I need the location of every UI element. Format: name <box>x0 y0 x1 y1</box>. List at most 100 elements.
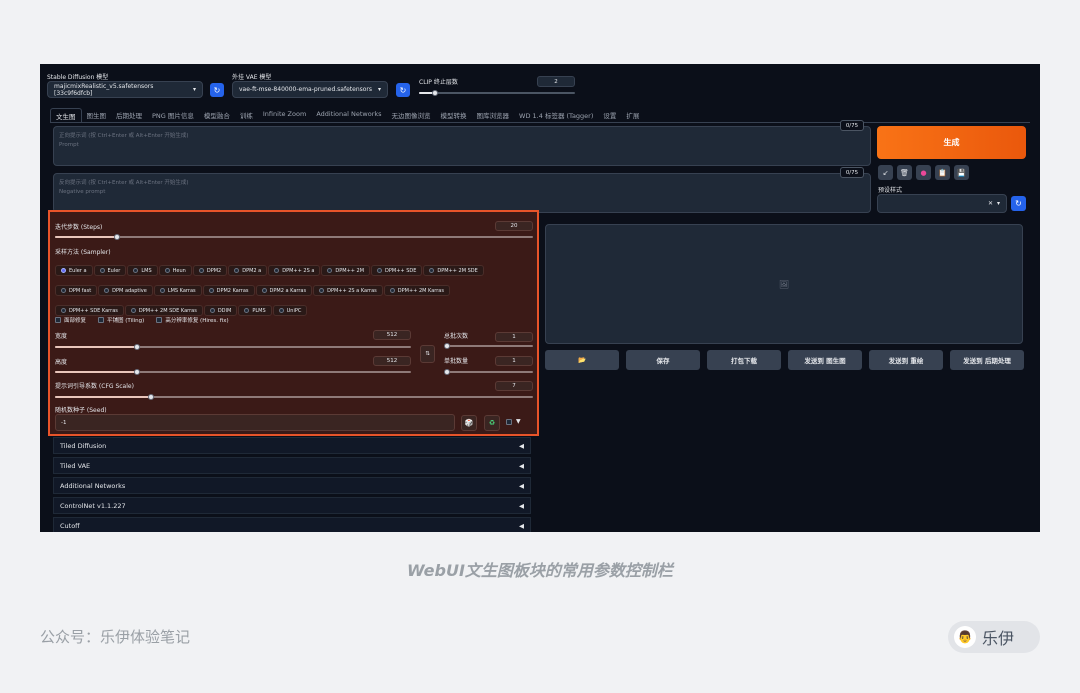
sampler-option-label: Euler <box>107 267 121 274</box>
refresh-icon[interactable]: ↻ <box>1011 196 1026 211</box>
tab-item[interactable]: PNG 图片信息 <box>147 108 199 122</box>
batch-count-knob[interactable] <box>444 343 450 349</box>
sampler-option[interactable]: DPM++ 2M <box>321 265 371 276</box>
sampler-option[interactable]: DPM++ 2S a Karras <box>313 285 383 296</box>
sampler-option[interactable]: DPM adaptive <box>98 285 153 296</box>
sampler-option[interactable]: DDIM <box>203 305 238 316</box>
clip-slider[interactable] <box>419 92 575 94</box>
height-slider-knob[interactable] <box>133 369 140 375</box>
sampler-option[interactable]: LMS <box>127 265 158 276</box>
trash-icon[interactable]: 🗑 <box>897 165 912 180</box>
cfg-slider-knob[interactable] <box>147 394 154 400</box>
sd-model-select[interactable]: majicmixRealistic_v5.safetensors [33c9f6… <box>47 81 203 98</box>
tab-item[interactable]: 模型融合 <box>199 108 235 122</box>
send-to-inpaint-button[interactable]: 发送到 重绘 <box>869 350 943 370</box>
tab-item[interactable]: 无边图像浏览 <box>387 108 436 122</box>
sampler-option[interactable]: DPM fast <box>55 285 98 296</box>
send-to-extras-button[interactable]: 发送到 后期处理 <box>950 350 1024 370</box>
swap-dimensions-icon[interactable]: ⇅ <box>420 345 435 363</box>
tab-item[interactable]: WD 1.4 标签器 (Tagger) <box>514 108 598 122</box>
accordion-item[interactable]: Tiled VAE ◀ <box>53 457 531 474</box>
sampler-option[interactable]: UniPC <box>272 305 308 316</box>
tab-item[interactable]: 设置 <box>598 108 621 122</box>
style-select[interactable]: ✕ ▾ <box>877 194 1007 213</box>
sampler-option-label: DPM2 <box>206 267 222 274</box>
sampler-option[interactable]: DPM++ 2M SDE Karras <box>124 305 203 316</box>
radio-icon <box>133 268 139 273</box>
sampler-option[interactable]: Euler a <box>55 265 93 276</box>
sampler-option[interactable]: DPM2 <box>192 265 228 276</box>
extra-networks-icon[interactable]: ● <box>916 165 931 180</box>
steps-value[interactable]: 20 <box>495 221 533 231</box>
accordion-item[interactable]: Additional Networks ◀ <box>53 477 531 494</box>
sampler-option[interactable]: Euler <box>93 265 127 276</box>
clear-icon[interactable]: ✕ <box>988 200 993 207</box>
tab-item[interactable]: 扩展 <box>621 108 644 122</box>
collapse-arrow-icon: ◀ <box>519 461 524 470</box>
accordion-label: Cutoff <box>60 521 80 530</box>
extra-seed-toggle[interactable]: ▼ <box>506 418 521 425</box>
sampler-option[interactable]: DPM++ 2M SDE <box>423 265 484 276</box>
tab-item[interactable]: 训练 <box>235 108 258 122</box>
batch-size-knob[interactable] <box>444 369 450 375</box>
tab-item[interactable]: 后期处理 <box>111 108 147 122</box>
width-value[interactable]: 512 <box>373 330 411 340</box>
accordion-item[interactable]: Tiled Diffusion ◀ <box>53 437 531 454</box>
width-slider-knob[interactable] <box>133 344 140 350</box>
save-button[interactable]: 保存 <box>626 350 700 370</box>
batch-size-slider[interactable] <box>446 371 533 373</box>
sampler-option[interactable]: LMS Karras <box>153 285 202 296</box>
steps-slider-knob[interactable] <box>114 234 121 240</box>
cfg-value[interactable]: 7 <box>495 381 533 391</box>
sampler-option[interactable]: DPM2 a Karras <box>255 285 313 296</box>
accordion-item[interactable]: ControlNet v1.1.227 ◀ <box>53 497 531 514</box>
tab-item[interactable]: 图库浏览器 <box>472 108 515 122</box>
clipboard-icon[interactable]: 📋 <box>935 165 950 180</box>
vae-select[interactable]: vae-ft-mse-840000-ema-pruned.safetensors… <box>232 81 388 98</box>
sampler-option[interactable]: DPM2 a <box>228 265 268 276</box>
hires-fix-checkbox[interactable]: 高分辨率修复 (Hires. fix) <box>156 316 229 324</box>
accordion-label: Tiled VAE <box>60 461 91 470</box>
steps-slider[interactable] <box>55 236 533 238</box>
sampler-option[interactable]: DPM2 Karras <box>202 285 255 296</box>
radio-icon <box>198 268 204 273</box>
clip-slider-knob[interactable] <box>431 90 438 96</box>
accordion-item[interactable]: Cutoff ◀ <box>53 517 531 532</box>
batch-count-value[interactable]: 1 <box>495 332 533 342</box>
sampler-option[interactable]: PLMS <box>238 305 272 316</box>
sampler-option[interactable]: DPM++ SDE Karras <box>55 305 124 316</box>
negative-prompt-input[interactable]: 反向提示词 (按 Ctrl+Enter 或 Alt+Enter 开始生成) Ne… <box>53 173 871 213</box>
sampler-option-label: DPM++ SDE <box>385 267 417 274</box>
batch-size-value[interactable]: 1 <box>495 356 533 366</box>
tab-item[interactable]: 图生图 <box>82 108 112 122</box>
dice-icon[interactable]: 🎲 <box>461 415 477 431</box>
save-style-icon[interactable]: 💾 <box>954 165 969 180</box>
recycle-icon[interactable]: ♻ <box>484 415 500 431</box>
send-to-img2img-button[interactable]: 发送到 图生图 <box>788 350 862 370</box>
tab-item[interactable]: 文生图 <box>50 108 82 122</box>
collapse-arrow-icon: ◀ <box>519 521 524 530</box>
sampler-option[interactable]: DPM++ 2S a <box>268 265 321 276</box>
height-value[interactable]: 512 <box>373 356 411 366</box>
tab-item[interactable]: Infinite Zoom <box>258 108 311 122</box>
sampler-option[interactable]: DPM++ SDE <box>371 265 423 276</box>
open-folder-button[interactable]: 📂 <box>545 350 619 370</box>
clip-value[interactable]: 2 <box>537 76 575 87</box>
radio-icon <box>61 268 66 273</box>
prompt-input[interactable]: 正向提示词 (按 Ctrl+Enter 或 Alt+Enter 开始生成) Pr… <box>53 126 871 166</box>
tiling-checkbox[interactable]: 平铺图 (Tiling) <box>98 316 144 324</box>
zip-download-button[interactable]: 打包下载 <box>707 350 781 370</box>
generate-button[interactable]: 生成 <box>877 126 1026 159</box>
sampler-option[interactable]: DPM++ 2M Karras <box>383 285 450 296</box>
seed-input[interactable]: -1 <box>55 414 455 431</box>
refresh-icon[interactable]: ↻ <box>396 83 410 97</box>
paste-icon[interactable]: ↙ <box>878 165 893 180</box>
refresh-icon[interactable]: ↻ <box>210 83 224 97</box>
tab-item[interactable]: Additional Networks <box>311 108 386 122</box>
radio-icon <box>99 268 105 273</box>
face-fix-checkbox[interactable]: 面部修复 <box>55 316 86 324</box>
tab-item[interactable]: 模型转换 <box>436 108 472 122</box>
batch-count-slider[interactable] <box>446 345 533 347</box>
sampler-option[interactable]: Heun <box>158 265 192 276</box>
radio-icon <box>61 308 66 313</box>
